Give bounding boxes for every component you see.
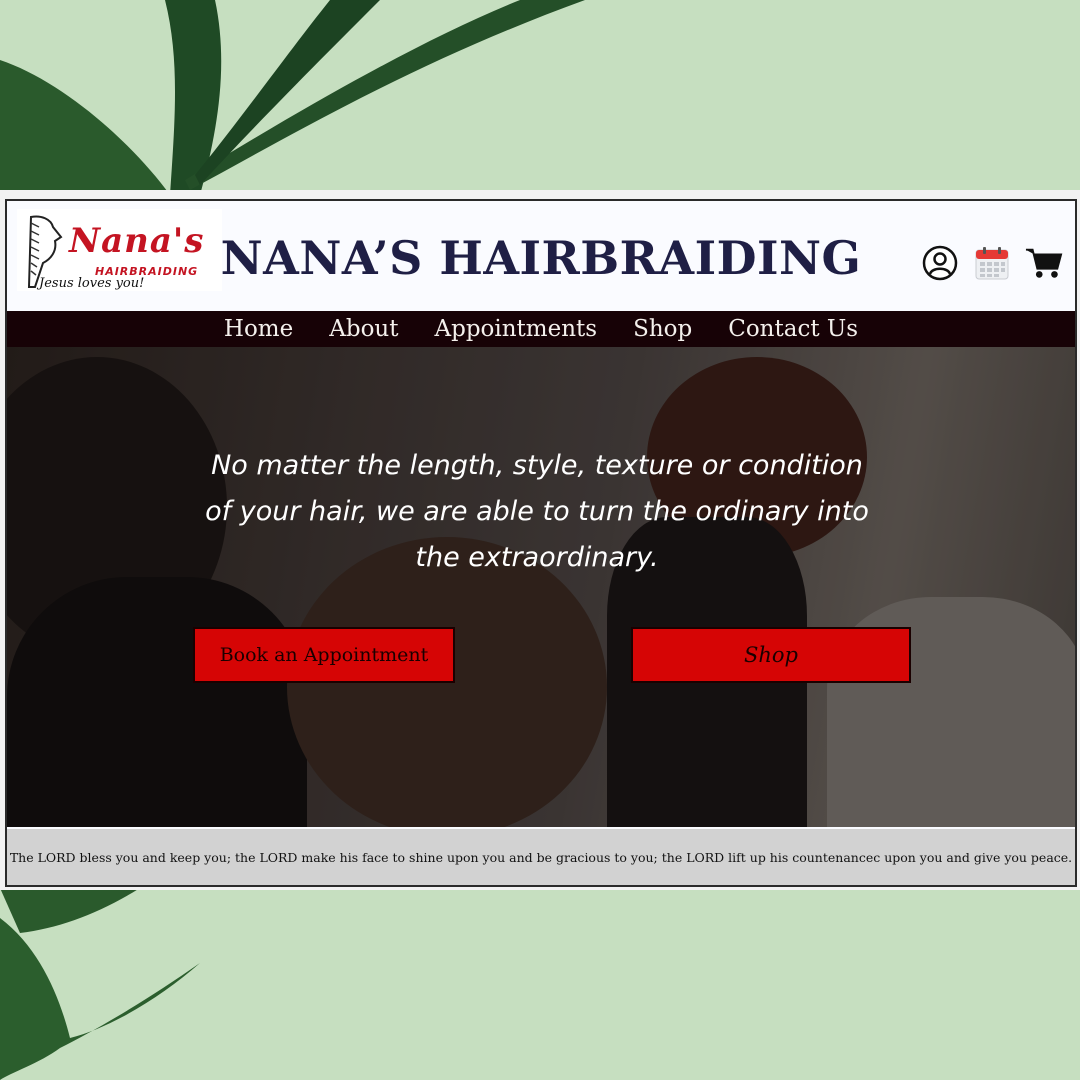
main-nav: Home About Appointments Shop Contact Us [7,311,1075,347]
leaf-top-decoration [0,0,585,195]
hero-headline: No matter the length, style, texture or … [205,450,869,573]
nav-item-about[interactable]: About [329,316,398,342]
nav-item-contact-us[interactable]: Contact Us [728,316,858,342]
footer-blessing: The LORD bless you and keep you; the LOR… [9,849,1073,865]
nav-item-appointments[interactable]: Appointments [434,316,597,342]
account-icon[interactable] [921,244,959,282]
nav-item-home[interactable]: Home [224,316,293,342]
nav-item-shop[interactable]: Shop [633,316,692,342]
leaf-bottom-decoration [0,888,200,1080]
shop-button[interactable]: Shop [631,627,911,683]
calendar-icon[interactable] [973,244,1011,282]
hero-overlay [7,347,1075,827]
website-screenshot: Nana's HAIRBRAIDING Jesus loves you! NAN… [5,199,1077,887]
header-icons [921,241,1063,285]
book-appointment-button[interactable]: Book an Appointment [193,627,455,683]
cart-icon[interactable] [1025,244,1063,282]
hero-banner: No matter the length, style, texture or … [7,347,1075,827]
site-header: Nana's HAIRBRAIDING Jesus loves you! NAN… [7,201,1075,311]
website-frame: Nana's HAIRBRAIDING Jesus loves you! NAN… [0,190,1080,890]
site-title: NANA’S HAIRBRAIDING [220,231,862,285]
site-footer: The LORD bless you and keep you; the LOR… [7,829,1075,885]
